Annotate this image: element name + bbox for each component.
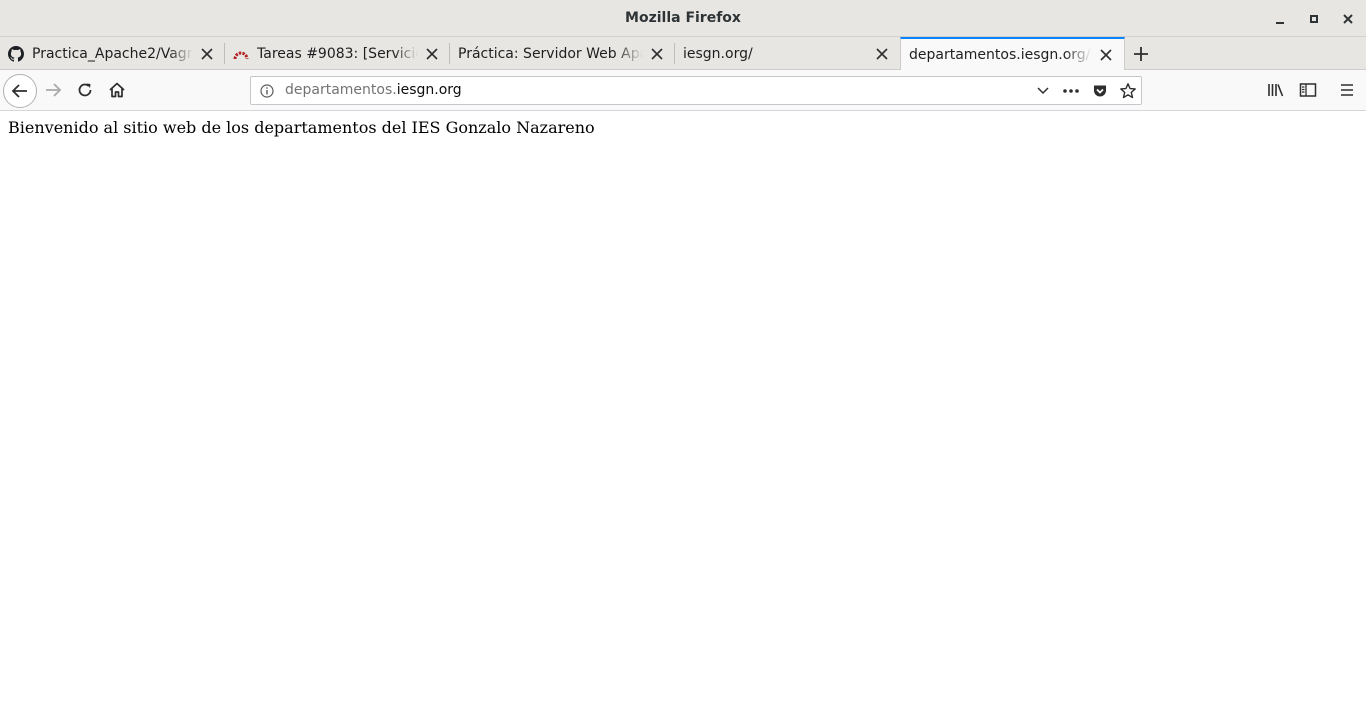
tab-github[interactable]: Practica_Apache2/Vagra [0, 37, 225, 70]
tab-iesgn[interactable]: iesgn.org/ [675, 37, 900, 70]
tab-label: Práctica: Servidor Web Apac [458, 45, 643, 62]
tab-strip: Practica_Apache2/Vagra Tareas #9083: [Se… [0, 37, 1366, 71]
chevron-down-icon[interactable] [1034, 82, 1052, 100]
info-icon[interactable] [259, 83, 275, 99]
close-tab-icon[interactable] [1098, 47, 1114, 63]
redmine-icon [233, 46, 249, 62]
navigation-toolbar: departamentos.iesgn.org [0, 70, 1366, 111]
star-icon[interactable] [1119, 82, 1137, 100]
window-title: Mozilla Firefox [625, 10, 741, 26]
title-bar: Mozilla Firefox [0, 0, 1366, 37]
close-tab-icon[interactable] [649, 46, 665, 62]
new-tab-button[interactable] [1128, 37, 1154, 70]
reload-button[interactable] [70, 75, 100, 105]
close-tab-icon[interactable] [874, 46, 890, 62]
home-icon [109, 82, 125, 98]
github-icon [8, 45, 24, 62]
maximize-button[interactable] [1303, 8, 1325, 30]
maximize-icon [1310, 15, 1318, 23]
close-tab-icon[interactable] [424, 46, 440, 62]
sidebar-button[interactable] [1293, 75, 1323, 105]
pocket-icon[interactable] [1091, 82, 1109, 100]
forward-button[interactable] [38, 75, 68, 105]
arrow-left-icon [11, 84, 27, 98]
tab-label: iesgn.org/ [683, 45, 753, 62]
minimize-button[interactable] [1269, 8, 1291, 30]
tab-departamentos[interactable]: departamentos.iesgn.org/ [900, 37, 1125, 71]
url-text[interactable]: departamentos.iesgn.org [285, 77, 462, 104]
tab-label: departamentos.iesgn.org/ [909, 47, 1091, 63]
url-bar[interactable]: departamentos.iesgn.org [250, 76, 1142, 105]
home-button[interactable] [102, 75, 132, 105]
url-domain: iesgn.org [396, 82, 462, 98]
close-icon [1343, 14, 1353, 24]
tab-label: Tareas #9083: [Servicios [257, 45, 418, 62]
welcome-text: Bienvenido al sitio web de los departame… [8, 118, 595, 137]
plus-icon [1134, 46, 1148, 61]
tab-practica[interactable]: Práctica: Servidor Web Apac [450, 37, 675, 70]
sidebar-icon [1299, 83, 1317, 97]
arrow-right-icon [46, 83, 62, 97]
close-tab-icon[interactable] [199, 46, 215, 62]
menu-button[interactable] [1332, 75, 1362, 105]
library-button[interactable] [1261, 75, 1291, 105]
tab-redmine[interactable]: Tareas #9083: [Servicios [225, 37, 450, 70]
reload-icon [78, 83, 92, 97]
close-window-button[interactable] [1337, 8, 1359, 30]
minimize-icon [1276, 22, 1284, 24]
page-content: Bienvenido al sitio web de los departame… [0, 111, 1366, 708]
tab-label: Practica_Apache2/Vagra [32, 45, 193, 62]
hamburger-menu-icon [1341, 84, 1353, 96]
url-subdomain: departamentos. [285, 82, 397, 98]
page-actions-icon[interactable] [1062, 82, 1080, 100]
back-button[interactable] [3, 74, 37, 108]
library-icon [1268, 84, 1284, 97]
